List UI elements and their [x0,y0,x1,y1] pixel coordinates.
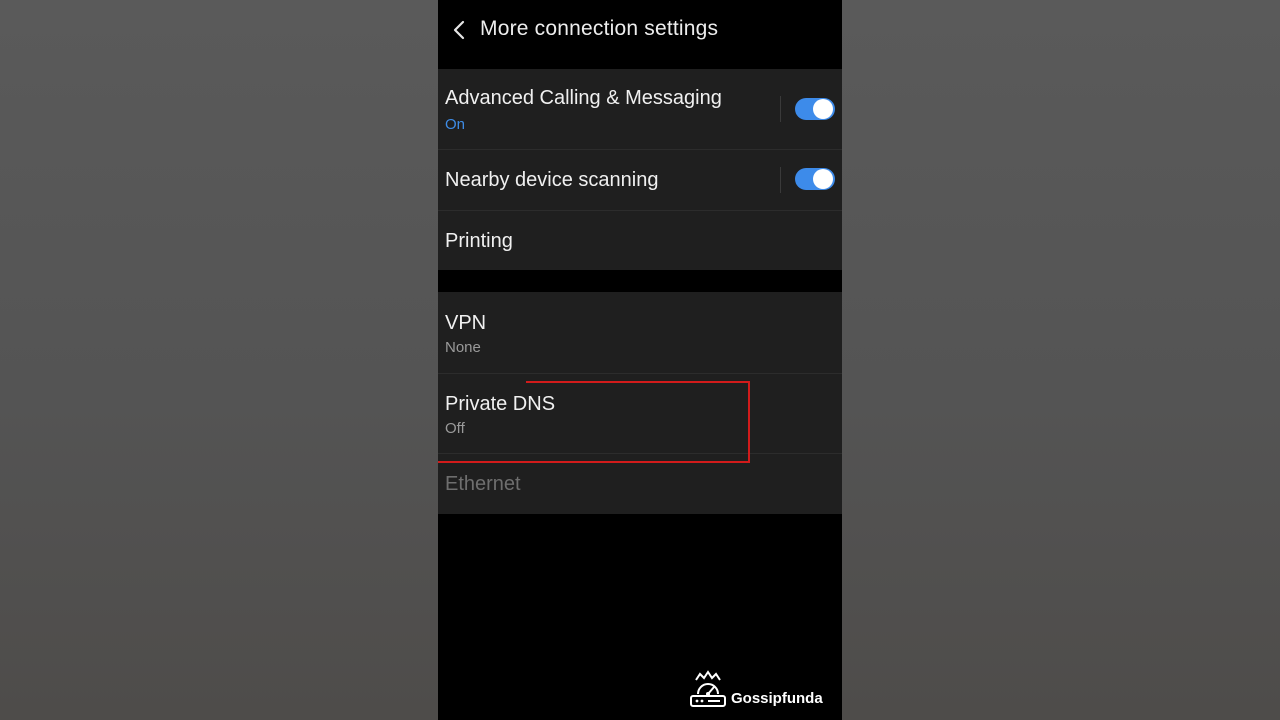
watermark-text: Gossipfunda [731,690,823,707]
setting-title: VPN [445,312,487,334]
setting-status: Off [445,420,465,437]
toggle-knob [813,169,833,189]
watermark: Gossipfunda [688,668,838,712]
setting-title: Ethernet [445,473,521,495]
highlight-annotation-gap [438,381,526,383]
toggle-knob [813,99,833,119]
setting-private-dns[interactable]: Private DNS Off [438,374,842,453]
page-title: More connection settings [480,17,719,40]
setting-vpn[interactable]: VPN None [438,292,842,373]
setting-title: Nearby device scanning [445,169,659,191]
advanced-calling-toggle[interactable] [795,98,835,120]
setting-title: Advanced Calling & Messaging [445,87,722,109]
divider [780,96,781,122]
setting-status: None [445,339,481,356]
setting-title: Printing [445,230,513,252]
setting-status: On [445,116,466,133]
setting-advanced-calling[interactable]: Advanced Calling & Messaging On [438,69,842,149]
app-bar: More connection settings [438,0,842,62]
phone-screen: More connection settings Advanced Callin… [438,0,842,720]
chevron-left-icon [453,20,465,40]
divider [780,167,781,193]
setting-printing[interactable]: Printing [438,211,842,270]
back-button[interactable] [444,14,474,46]
setting-title: Private DNS [445,393,556,415]
blurred-right-panel [842,0,1280,720]
setting-ethernet: Ethernet [438,454,842,514]
network-card: VPN None Private DNS Off Ethernet [438,292,842,514]
nearby-scanning-toggle[interactable] [795,168,835,190]
router-logo-icon [690,670,726,707]
setting-nearby-scanning[interactable]: Nearby device scanning [438,150,842,210]
settings-card: Advanced Calling & Messaging On Nearby d… [438,69,842,270]
blurred-left-panel [0,0,438,720]
